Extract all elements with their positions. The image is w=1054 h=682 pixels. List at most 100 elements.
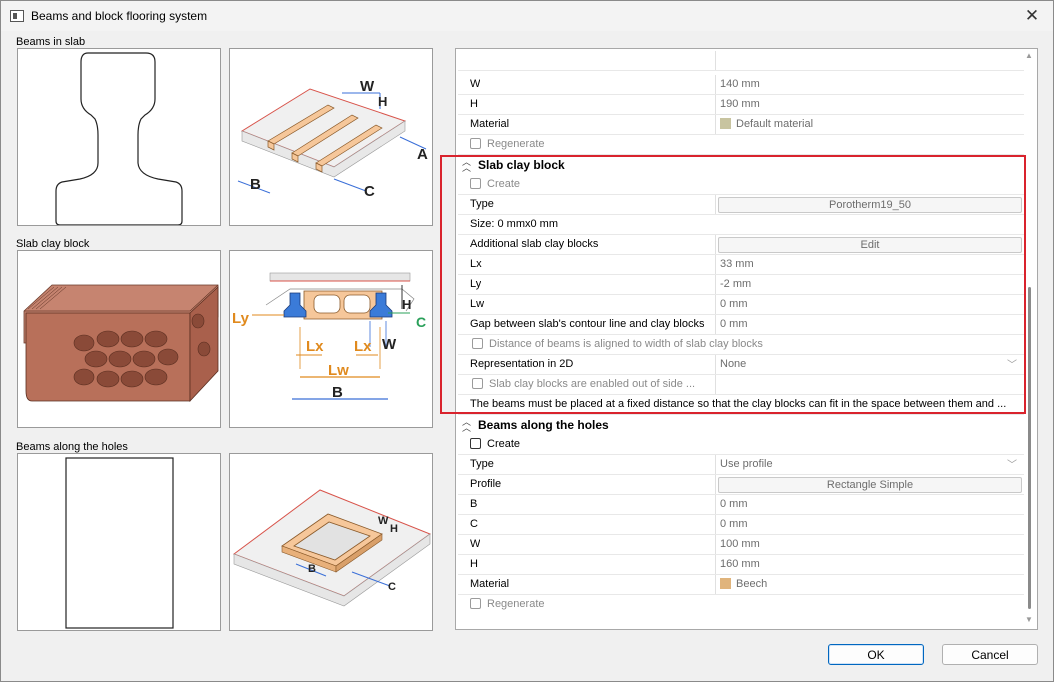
dim-label-b3: B [308,563,316,575]
row-clay-repr[interactable]: Representation in 2D None ﹀ [458,355,1024,375]
dim-label-h3: H [390,523,398,535]
row-beam-w[interactable]: W 140 mm [458,75,1024,95]
holes-create-checkbox[interactable] [470,438,481,449]
row-holes-b[interactable]: B 0 mm [458,495,1024,515]
regenerate-checkbox[interactable] [470,138,481,149]
holes-type-select[interactable]: Use profile [716,458,773,470]
chevron-down-icon[interactable]: ﹀ [1007,456,1017,474]
category-slab-clay-block[interactable]: ︿ ︿ Slab clay block [458,155,1024,175]
window-title: Beams and block flooring system [31,9,208,23]
create-label: Create [487,178,521,190]
beams-along-holes-diagram: W H B C [229,453,433,631]
row-label: Material [470,578,510,590]
row-label: Lw [470,298,485,310]
row-holes-w[interactable]: W 100 mm [458,535,1024,555]
dim-label-c: C [364,183,375,200]
scrollbar-thumb[interactable] [1028,287,1031,609]
clay-ly-value[interactable]: -2 mm [716,278,751,290]
regenerate-label: Regenerate [487,598,545,610]
row-clay-lx[interactable]: Lx 33 mm [458,255,1024,275]
row-clay-lw[interactable]: Lw 0 mm [458,295,1024,315]
row-clay-ly[interactable]: Ly -2 mm [458,275,1024,295]
aligned-checkbox[interactable] [472,338,483,349]
clay-create-checkbox[interactable] [470,178,481,189]
holes-h-value[interactable]: 160 mm [716,558,760,570]
row-label: C [470,518,478,530]
dim-label-b2: B [332,384,343,401]
row-holes-type[interactable]: Type Use profile ﹀ [458,455,1024,475]
clay-type-button[interactable]: Porotherm19_50 [718,197,1022,213]
holes-regenerate-checkbox[interactable] [470,598,481,609]
row-clay-outside[interactable]: Slab clay blocks are enabled out of side… [458,375,1024,395]
row-label: Lx [470,258,482,270]
group-label-beams-along-holes: Beams along the holes [16,441,128,453]
row-holes-h[interactable]: H 160 mm [458,555,1024,575]
beam-material-value[interactable]: Default material [736,118,813,130]
row-clay-gap[interactable]: Gap between slab's contour line and clay… [458,315,1024,335]
scroll-up-icon[interactable]: ▲ [1025,51,1033,60]
clay-size-text: Size: 0 mmx0 mm [470,218,559,230]
row-label: Material [470,118,510,130]
beams-in-slab-diagram: W H A B C [229,48,433,226]
property-grid-scrollbar[interactable]: ▲ ▼ [1022,49,1037,629]
close-icon[interactable]: ✕ [1021,5,1043,27]
dim-label-w3: W [378,515,389,527]
row-label: Gap between slab's contour line and clay… [470,318,705,330]
row-label: Type [470,198,494,210]
chevron-down-icon[interactable]: ﹀ [1007,356,1017,374]
regenerate-label: Regenerate [487,138,545,150]
group-label-beams-in-slab: Beams in slab [16,36,86,48]
row-clay-additional[interactable]: Additional slab clay blocks Edit [458,235,1024,255]
clay-gap-value[interactable]: 0 mm [716,318,748,330]
row-clay-aligned[interactable]: Distance of beams is aligned to width of… [458,335,1024,355]
outside-checkbox[interactable] [472,378,483,389]
row-clay-create[interactable]: Create [458,175,1024,195]
holes-w-value[interactable]: 100 mm [716,538,760,550]
row-clay-type[interactable]: Type Porotherm19_50 [458,195,1024,215]
row-beam-h[interactable]: H 190 mm [458,95,1024,115]
beam-h-value[interactable]: 190 mm [716,98,760,110]
category-title: Slab clay block [478,158,565,172]
row-holes-create[interactable]: Create [458,435,1024,455]
row-label: B [470,498,478,510]
row-holes-c[interactable]: C 0 mm [458,515,1024,535]
row-holes-material[interactable]: Material Beech [458,575,1024,595]
ok-button[interactable]: OK [828,644,924,665]
row-label: Profile [470,478,502,490]
holes-b-value[interactable]: 0 mm [716,498,748,510]
beam-w-value[interactable]: 140 mm [716,78,760,90]
scroll-down-icon[interactable]: ▼ [1025,615,1033,624]
repr-select[interactable]: None [716,358,746,370]
edit-additional-button[interactable]: Edit [718,237,1022,253]
holes-c-value[interactable]: 0 mm [716,518,748,530]
row-holes-regenerate[interactable]: Regenerate [458,595,1024,615]
grid-row-empty [458,51,1024,71]
row-beam-regenerate[interactable]: Regenerate [458,135,1024,155]
dim-label-lx-left: Lx [306,338,324,355]
material-swatch [720,118,731,129]
collapse-chevron-icon[interactable]: ︿ ︿ [462,418,471,433]
clay-lw-value[interactable]: 0 mm [716,298,748,310]
row-holes-profile[interactable]: Profile Rectangle Simple [458,475,1024,495]
category-beams-along-holes[interactable]: ︿ ︿ Beams along the holes [458,415,1024,435]
clay-block-section-diagram: Ly H C Lx Lx W Lw B [229,250,433,428]
dim-label-a: A [417,146,428,163]
clay-note-text: The beams must be placed at a fixed dist… [470,398,1007,410]
dim-label-b: B [250,176,261,193]
dim-label-w: W [360,78,375,95]
outside-label: Slab clay blocks are enabled out of side… [489,378,696,390]
dim-label-lw: Lw [328,362,349,379]
row-label: Additional slab clay blocks [470,238,599,250]
dim-label-h2: H [402,297,411,312]
profile-button[interactable]: Rectangle Simple [718,477,1022,493]
row-clay-note: The beams must be placed at a fixed dist… [458,395,1024,415]
app-window-icon [10,10,24,22]
category-title: Beams along the holes [478,418,609,432]
collapse-chevron-icon[interactable]: ︿ ︿ [462,158,471,173]
row-beam-material[interactable]: Material Default material [458,115,1024,135]
create-label: Create [487,438,521,450]
holes-material-value[interactable]: Beech [736,578,767,590]
beam-profile-preview [17,48,221,226]
cancel-button[interactable]: Cancel [942,644,1038,665]
clay-lx-value[interactable]: 33 mm [716,258,754,270]
